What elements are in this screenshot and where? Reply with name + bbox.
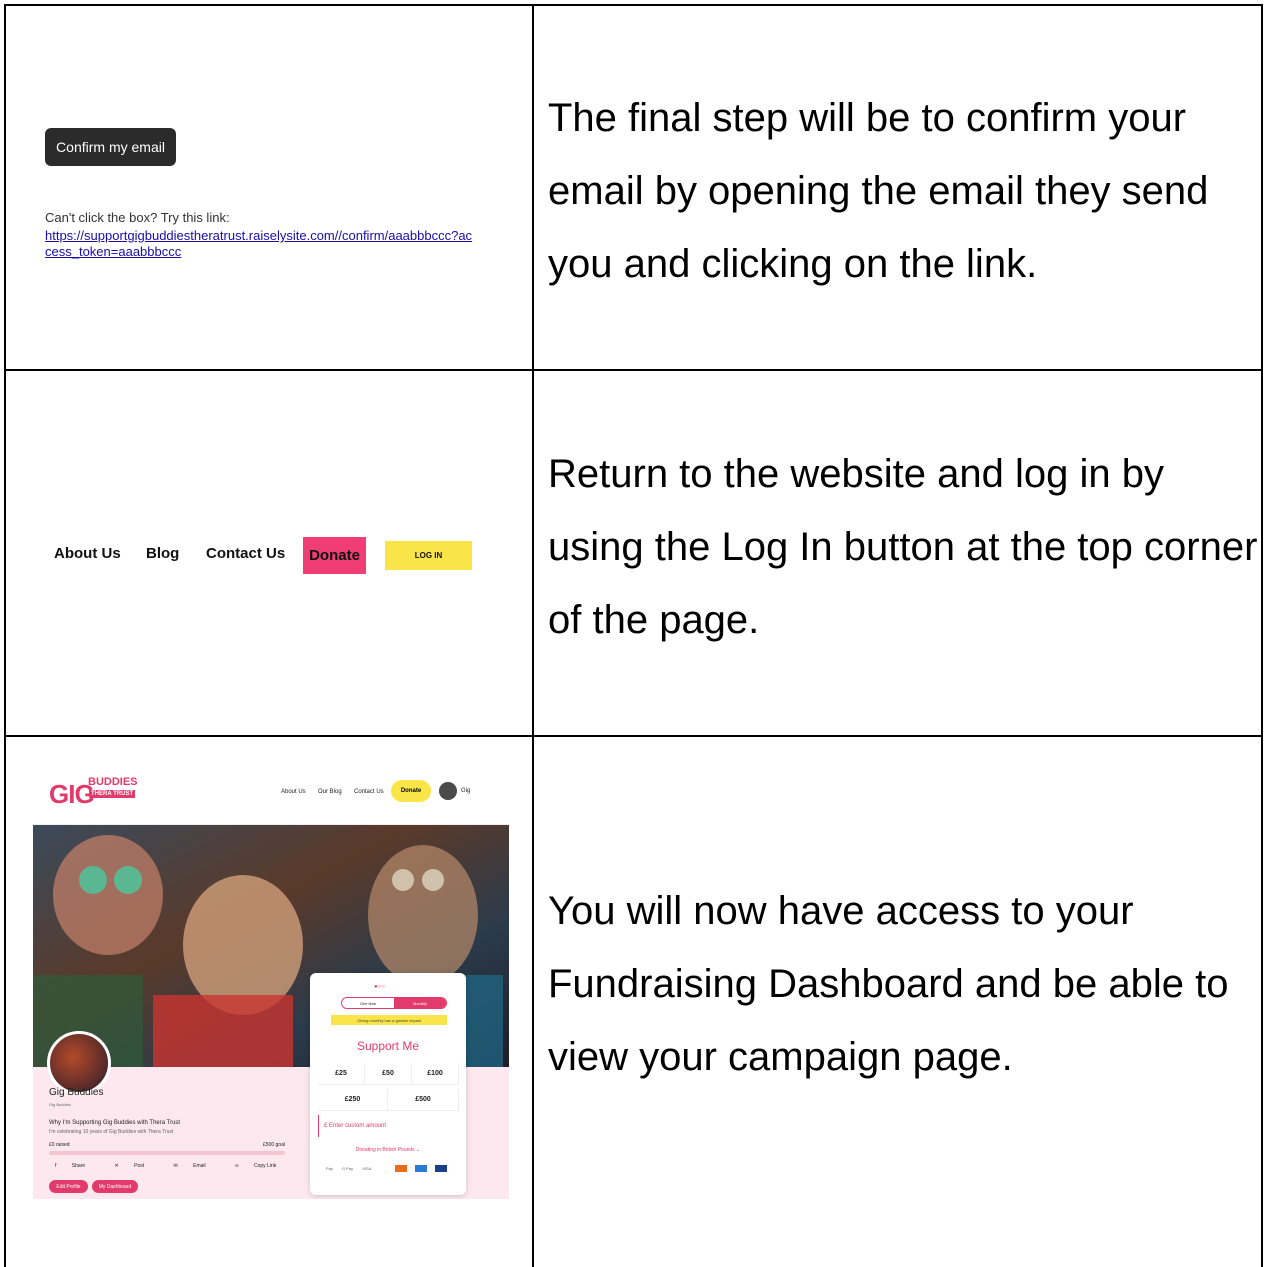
profile-picture [47,1031,111,1095]
row-divider [4,735,1263,737]
profile-subtitle: Gig Buddies [49,1102,71,1107]
amount-raised: £0 raised [49,1142,70,1148]
facebook-icon: f [55,1163,57,1169]
nav-blog[interactable]: Blog [146,545,179,562]
column-divider [532,4,534,1267]
email-icon: ✉ [173,1163,178,1169]
jcb-icon [435,1165,447,1172]
share-row: f Share ✕ Post ✉ Email ∞ Copy Link [55,1163,304,1169]
visa-icon: VISA [362,1166,372,1171]
frequency-toggle: One time Monthly [341,997,447,1009]
campaign-title: Why I'm Supporting Gig Buddies with Ther… [49,1120,181,1126]
progress-bar [49,1151,285,1155]
currency-select[interactable]: Donating in British Pounds ⌄ [310,1147,466,1153]
amount-option[interactable]: £50 [365,1063,412,1085]
goal-amount: £500 goal [263,1142,285,1148]
share-email-button[interactable]: ✉ Email [174,1163,220,1169]
mastercard-icon [395,1165,407,1172]
share-facebook-button[interactable]: f Share [55,1163,99,1169]
support-me-heading: Support Me [356,1039,420,1053]
confirm-email-link[interactable]: https://supportgigbuddiestheratrust.rais… [45,228,475,260]
logo-thera-trust: THERA TRUST [89,790,136,798]
campaign-nav-our-blog[interactable]: Our Blog [318,789,342,795]
campaign-donate-button[interactable]: Donate [391,780,431,802]
amount-option[interactable]: £25 [318,1063,365,1085]
copy-link-button[interactable]: ∞ Copy Link [235,1163,290,1169]
amount-option[interactable]: £250 [318,1089,388,1111]
google-pay-icon: G Pay [342,1166,354,1171]
logo-gig[interactable]: GIG [49,779,95,810]
copy-link-label: Copy Link [253,1163,277,1169]
step-text-log-in: Return to the website and log in by usin… [548,452,1258,642]
confirm-email-button[interactable]: Confirm my email [45,128,176,166]
apple-pay-icon: Pay [326,1166,333,1171]
log-in-button[interactable]: LOG IN [385,541,472,570]
custom-amount-input[interactable]: £ Enter custom amount [318,1115,460,1137]
monthly-note: Giving monthly has a greater impact [331,1015,447,1025]
edit-profile-button[interactable]: Edit Profile [49,1180,88,1193]
donate-button[interactable]: Donate [303,537,366,574]
my-dashboard-button[interactable]: My Dashboard [92,1180,138,1193]
row-divider [4,369,1263,371]
payment-methods: Pay G Pay VISA [326,1166,379,1171]
donation-card: ●○○ One time Monthly Giving monthly has … [310,973,466,1195]
link-icon: ∞ [235,1163,239,1169]
nav-about-us[interactable]: About Us [54,545,121,562]
user-name[interactable]: Gig [461,788,470,794]
toggle-monthly[interactable]: Monthly [394,998,446,1008]
cant-click-text: Can't click the box? Try this link: [45,210,230,225]
campaign-header: GIG BUDDIES THERA TRUST About Us Our Blo… [33,773,509,825]
campaign-page-screenshot: GIG BUDDIES THERA TRUST About Us Our Blo… [33,773,509,1199]
share-x-button[interactable]: ✕ Post [115,1163,159,1169]
campaign-nav-contact-us[interactable]: Contact Us [354,789,384,795]
post-label: Post [134,1163,145,1169]
step-indicator-icon: ●○○ [374,984,385,990]
profile-name: Gig Buddies [49,1087,104,1098]
amount-option[interactable]: £100 [412,1063,459,1085]
nav-contact-us[interactable]: Contact Us [206,545,285,562]
amount-option[interactable]: £500 [388,1089,459,1111]
share-label: Share [71,1163,86,1169]
logo-buddies: BUDDIES [88,776,138,788]
campaign-description: I'm celebrating 10 years of Gig Buddies … [49,1129,174,1135]
step-text-confirm: The final step will be to confirm your e… [548,96,1209,286]
campaign-nav-about-us[interactable]: About Us [281,789,306,795]
step-text-dashboard: You will now have access to your Fundrai… [548,889,1229,1079]
x-icon: ✕ [114,1163,119,1169]
toggle-one-time[interactable]: One time [342,998,394,1008]
email-label: Email [193,1163,206,1169]
user-avatar[interactable] [439,782,457,800]
amex-icon [415,1165,427,1172]
